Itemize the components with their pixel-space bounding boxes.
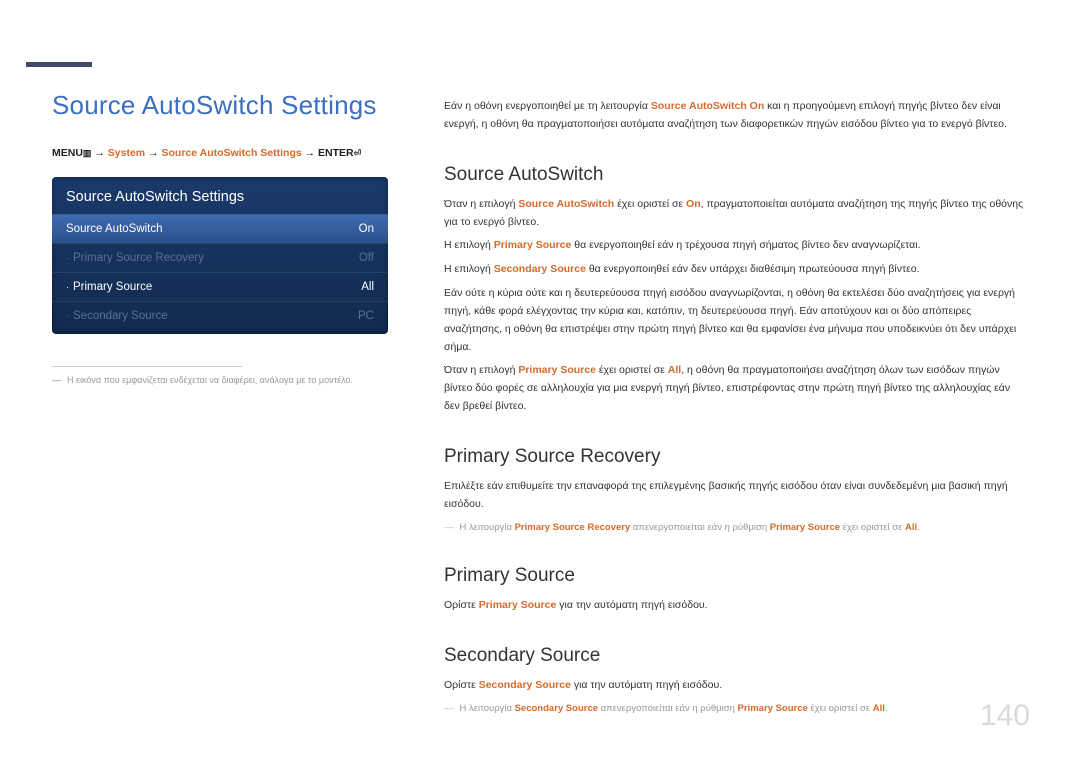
right-column: Εάν η οθόνη ενεργοποιηθεί με τη λειτουργ…	[444, 90, 1028, 716]
sec4-p1: Ορίστε Secondary Source για την αυτόματη…	[444, 677, 1028, 695]
page-title: Source AutoSwitch Settings	[52, 90, 388, 121]
text: .	[917, 522, 920, 533]
text: απενεργοποιείται εάν η ρύθμιση	[630, 522, 770, 533]
bc-enter: ENTER	[318, 147, 354, 159]
footnote-text: Η εικόνα που εμφανίζεται ενδέχεται να δι…	[67, 375, 353, 385]
text: Η λειτουργία	[460, 703, 515, 714]
text: έχει οριστεί σε	[614, 198, 686, 210]
dash-icon: ―	[52, 375, 61, 385]
highlight: All	[905, 522, 917, 533]
highlight: Primary Source	[738, 703, 808, 714]
osd-row-label: Secondary Source	[73, 310, 168, 322]
sec1-p5: Όταν η επιλογή Primary Source έχει οριστ…	[444, 362, 1028, 416]
sec1-p1: Όταν η επιλογή Source AutoSwitch έχει ορ…	[444, 196, 1028, 232]
page-number: 140	[980, 699, 1030, 733]
page-container: Source AutoSwitch Settings MENU▥ → Syste…	[0, 0, 1080, 716]
highlight: Source AutoSwitch	[518, 198, 614, 210]
bc-settings: Source AutoSwitch Settings	[161, 147, 301, 159]
bc-arrow: →	[94, 147, 107, 159]
highlight: Secondary Source	[479, 679, 571, 691]
osd-row-source-autoswitch[interactable]: Source AutoSwitch On	[52, 214, 388, 243]
text: Ορίστε	[444, 599, 479, 611]
highlight: Primary Source	[494, 239, 572, 251]
bc-system: System	[108, 147, 145, 159]
footnote-divider	[52, 366, 242, 367]
highlight: All	[668, 364, 681, 376]
section-heading-secondary: Secondary Source	[444, 645, 1028, 667]
osd-row-primary-recovery: · Primary Source Recovery Off	[52, 243, 388, 272]
breadcrumb: MENU▥ → System → Source AutoSwitch Setti…	[52, 147, 388, 159]
highlight: Secondary Source	[494, 263, 586, 275]
osd-panel: Source AutoSwitch Settings Source AutoSw…	[52, 177, 388, 334]
text: Όταν η επιλογή	[444, 364, 518, 376]
text: Όταν η επιλογή	[444, 198, 518, 210]
sec2-note: ― Η λειτουργία Primary Source Recovery α…	[444, 520, 1028, 535]
text: Εάν η οθόνη ενεργοποιηθεί με τη λειτουργ…	[444, 100, 651, 112]
osd-row-value: On	[359, 223, 374, 235]
osd-row-value: PC	[358, 310, 374, 322]
bullet-icon: ·	[66, 311, 69, 321]
bc-menu: MENU	[52, 147, 83, 159]
text: Ορίστε	[444, 679, 479, 691]
sec3-p1: Ορίστε Primary Source για την αυτόματη π…	[444, 597, 1028, 615]
dash-icon: ―	[444, 701, 454, 716]
highlight: Primary Source	[518, 364, 596, 376]
osd-title: Source AutoSwitch Settings	[52, 177, 388, 214]
sec4-note: ― Η λειτουργία Secondary Source απενεργο…	[444, 701, 1028, 716]
sec1-p3: Η επιλογή Secondary Source θα ενεργοποιη…	[444, 261, 1028, 279]
enter-icon: ⏎	[354, 148, 362, 159]
header-accent-bar	[26, 62, 92, 67]
osd-row-primary-source[interactable]: · Primary Source All	[52, 272, 388, 301]
dash-icon: ―	[444, 520, 454, 535]
section-heading-autoswitch: Source AutoSwitch	[444, 164, 1028, 186]
menu-icon: ▥	[83, 148, 92, 159]
text: για την αυτόματη πηγή εισόδου.	[571, 679, 722, 691]
text: για την αυτόματη πηγή εισόδου.	[556, 599, 707, 611]
bc-arrow: →	[148, 147, 161, 159]
sec2-p1: Επιλέξτε εάν επιθυμείτε την επαναφορά τη…	[444, 478, 1028, 514]
osd-row-value: Off	[359, 252, 374, 264]
text: Η επιλογή	[444, 239, 494, 251]
left-column: Source AutoSwitch Settings MENU▥ → Syste…	[52, 90, 388, 716]
intro-paragraph: Εάν η οθόνη ενεργοποιηθεί με τη λειτουργ…	[444, 98, 1028, 134]
text: .	[885, 703, 888, 714]
section-heading-primary: Primary Source	[444, 565, 1028, 587]
text: έχει οριστεί σε	[808, 703, 873, 714]
sec1-p2: Η επιλογή Primary Source θα ενεργοποιηθε…	[444, 237, 1028, 255]
highlight: Source AutoSwitch On	[651, 100, 764, 112]
osd-row-value: All	[361, 281, 374, 293]
left-footnote: ― Η εικόνα που εμφανίζεται ενδέχεται να …	[52, 375, 388, 385]
highlight: On	[686, 198, 701, 210]
osd-row-secondary-source: · Secondary Source PC	[52, 301, 388, 330]
highlight: Secondary Source	[515, 703, 598, 714]
osd-row-label: Primary Source	[73, 281, 152, 293]
osd-row-label: Primary Source Recovery	[73, 252, 204, 264]
highlight: Primary Source	[479, 599, 557, 611]
highlight: Primary Source	[770, 522, 840, 533]
bc-arrow: →	[305, 147, 318, 159]
section-heading-recovery: Primary Source Recovery	[444, 446, 1028, 468]
text: θα ενεργοποιηθεί εάν η τρέχουσα πηγή σήμ…	[571, 239, 920, 251]
bullet-icon: ·	[66, 253, 69, 263]
bullet-icon: ·	[66, 282, 69, 292]
highlight: Primary Source Recovery	[515, 522, 631, 533]
osd-row-label: Source AutoSwitch	[66, 223, 163, 235]
text: έχει οριστεί σε	[840, 522, 905, 533]
text: Η επιλογή	[444, 263, 494, 275]
highlight: All	[873, 703, 885, 714]
text: απενεργοποιείται εάν η ρύθμιση	[598, 703, 738, 714]
text: θα ενεργοποιηθεί εάν δεν υπάρχει διαθέσι…	[586, 263, 920, 275]
text: Η λειτουργία	[460, 522, 515, 533]
sec1-p4: Εάν ούτε η κύρια ούτε και η δευτερεύουσα…	[444, 285, 1028, 356]
text: έχει οριστεί σε	[596, 364, 668, 376]
